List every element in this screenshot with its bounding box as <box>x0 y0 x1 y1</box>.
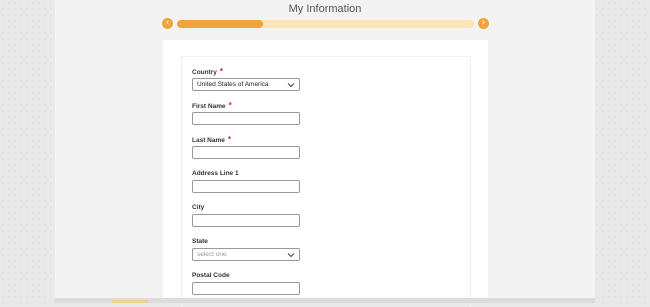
form-section: Country * United States of America First … <box>181 56 471 307</box>
page-title: My Information <box>288 3 362 15</box>
city-label: City <box>192 204 205 211</box>
city-field-group: City <box>192 203 300 227</box>
last-name-label: Last Name <box>192 137 225 144</box>
postal-code-label: Postal Code <box>192 272 230 279</box>
next-step-button[interactable]: › <box>478 18 489 29</box>
first-name-label: First Name <box>192 103 226 110</box>
chevron-left-icon: ‹ <box>165 18 170 28</box>
state-select[interactable]: select one <box>192 248 300 261</box>
state-label: State <box>192 238 208 245</box>
previous-step-button[interactable]: ‹ <box>162 18 173 29</box>
city-input[interactable] <box>192 214 300 227</box>
required-marker: * <box>227 135 231 144</box>
last-name-input[interactable] <box>192 146 300 159</box>
address-line-1-field-group: Address Line 1 <box>192 169 300 193</box>
required-marker: * <box>228 101 232 110</box>
country-field-group: Country * United States of America <box>192 67 300 91</box>
address-line-1-label: Address Line 1 <box>192 170 239 177</box>
chevron-right-icon: › <box>481 18 486 28</box>
country-select[interactable]: United States of America <box>192 78 300 91</box>
progress-track <box>177 20 474 28</box>
address-line-1-input[interactable] <box>192 180 300 193</box>
required-marker: * <box>219 67 224 76</box>
country-label: Country <box>192 69 217 76</box>
postal-code-input[interactable] <box>192 282 300 295</box>
chevron-down-icon <box>287 253 295 258</box>
progress-fill <box>177 20 264 28</box>
country-select-value: United States of America <box>197 81 269 88</box>
first-name-field-group: First Name * <box>192 101 300 125</box>
state-select-placeholder: select one <box>197 251 227 258</box>
state-field-group: State select one <box>192 237 300 261</box>
form-card: Country * United States of America First … <box>163 40 488 307</box>
progress-bar-row: ‹ › <box>162 17 490 31</box>
postal-code-field-group: Postal Code <box>192 271 300 295</box>
last-name-field-group: Last Name * <box>192 135 300 159</box>
first-name-input[interactable] <box>192 112 300 125</box>
chevron-down-icon <box>287 83 295 88</box>
